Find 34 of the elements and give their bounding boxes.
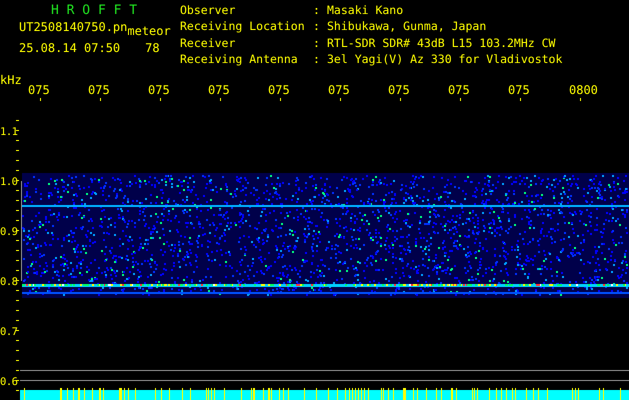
frequency-label: 0.6 bbox=[0, 376, 18, 388]
axis-unit: kHz bbox=[0, 73, 22, 87]
time-label: 075 bbox=[448, 83, 470, 97]
info-value: Shibukawa, Gunma, Japan bbox=[327, 21, 488, 36]
info-label: Receiving Antenna bbox=[180, 54, 299, 68]
frequency-label: 1.1 bbox=[0, 126, 18, 138]
time-label: 075 bbox=[388, 83, 410, 97]
count: 78 bbox=[145, 41, 160, 56]
frequency-label: 1.0 bbox=[0, 176, 18, 188]
frequency-label: 0.7 bbox=[0, 326, 18, 338]
info-label: Observer bbox=[180, 5, 236, 19]
info-separator: : bbox=[313, 38, 321, 52]
time-label: 075 bbox=[208, 83, 230, 97]
info-separator: : bbox=[313, 5, 321, 19]
timestamp: 25.08.14 07:50 bbox=[19, 41, 120, 56]
time-label: 075 bbox=[28, 83, 50, 97]
app-title: H R O F F T bbox=[50, 3, 138, 18]
time-label: 075 bbox=[508, 83, 530, 97]
info-separator: : bbox=[313, 21, 321, 36]
time-label: 075 bbox=[328, 83, 350, 97]
info-separator: : bbox=[313, 54, 321, 68]
frequency-label: 0.9 bbox=[0, 226, 18, 238]
time-label: 0800 bbox=[569, 83, 598, 97]
info-label: Receiver bbox=[180, 38, 236, 52]
info-value: RTL-SDR SDR# 43dB L15 103.2MHz CW bbox=[327, 38, 556, 52]
info-value: 3el Yagi(V) Az 330 for Vladivostok bbox=[327, 54, 562, 68]
time-label: 075 bbox=[268, 83, 290, 97]
frequency-label: 0.8 bbox=[0, 276, 18, 288]
info-value: Masaki Kano bbox=[327, 5, 404, 19]
time-label: 075 bbox=[88, 83, 110, 97]
time-label: 075 bbox=[148, 83, 170, 97]
file-name: UT2508140750.pn bbox=[19, 20, 128, 36]
info-label: Receiving Location bbox=[180, 21, 306, 36]
event-tag: meteor bbox=[127, 24, 171, 39]
